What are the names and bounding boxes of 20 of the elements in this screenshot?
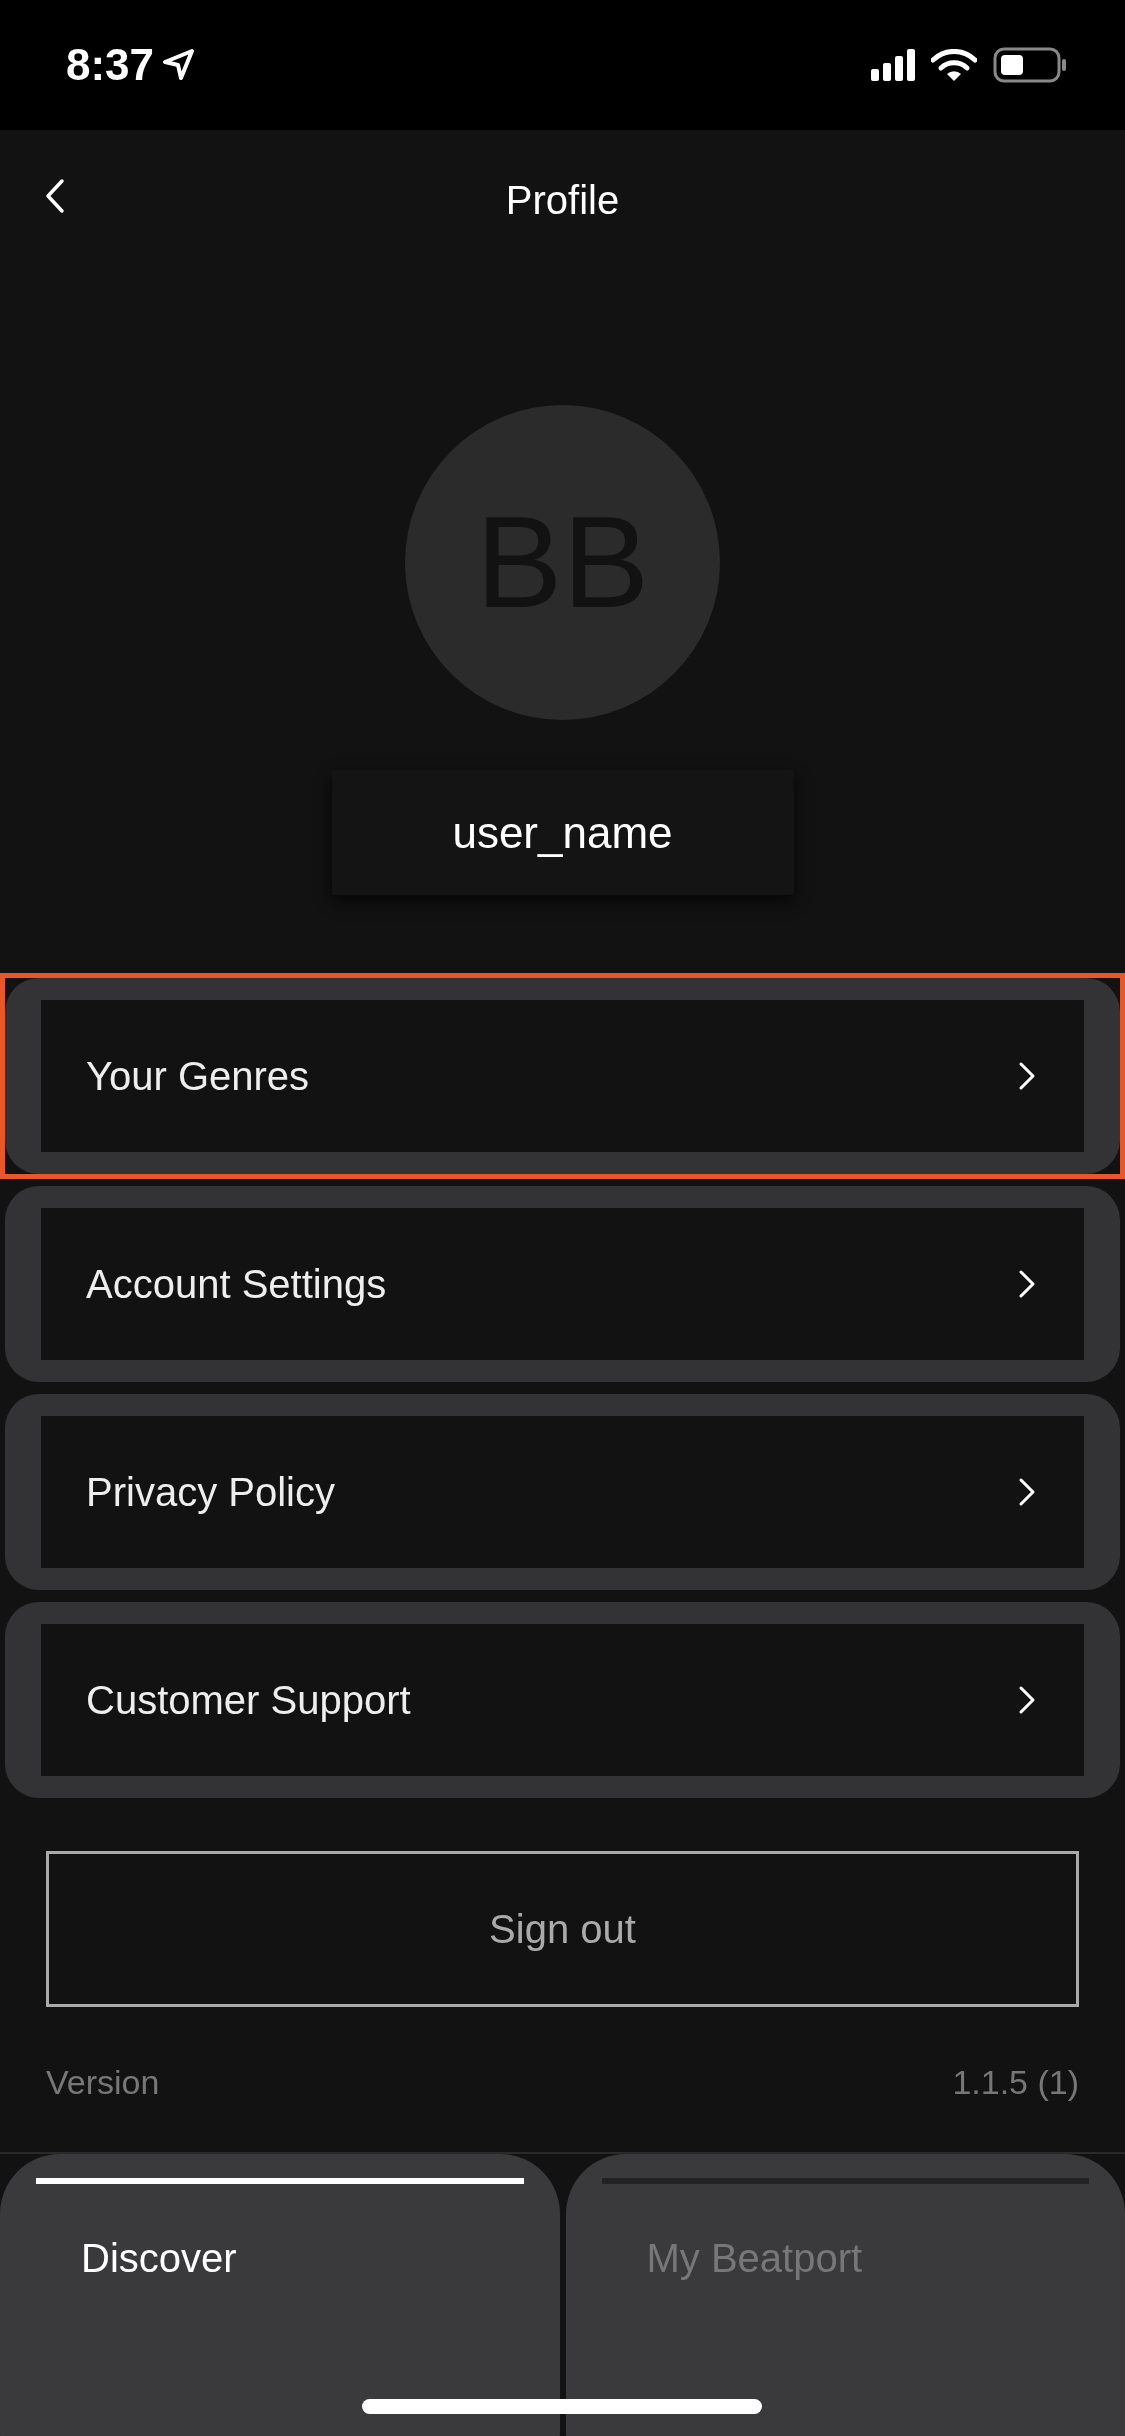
menu-item[interactable]: Customer Support [41, 1624, 1084, 1776]
version-label: Version [46, 2062, 160, 2103]
wifi-icon [931, 48, 977, 82]
sign-out-button[interactable]: Sign out [46, 1851, 1079, 2007]
battery-icon [993, 47, 1067, 83]
location-arrow-icon [162, 48, 197, 82]
chevron-left-icon [44, 178, 66, 214]
chevron-right-icon [1018, 1685, 1036, 1715]
tab-button[interactable]: Discover [0, 2154, 560, 2436]
chevron-right-icon [1018, 1477, 1036, 1507]
status-time: 8:37 [66, 39, 155, 91]
chevron-right-icon [1018, 1269, 1036, 1299]
page-title: Profile [505, 177, 620, 224]
version-number: 1.1.5 (1) [952, 2062, 1079, 2103]
signal-icon [871, 49, 915, 81]
menu-item[interactable]: Your Genres [41, 1000, 1084, 1152]
menu-item[interactable]: Account Settings [41, 1208, 1084, 1360]
chevron-right-icon [1018, 1061, 1036, 1091]
username: user_name [331, 770, 794, 895]
menu-item[interactable]: Privacy Policy [41, 1416, 1084, 1568]
